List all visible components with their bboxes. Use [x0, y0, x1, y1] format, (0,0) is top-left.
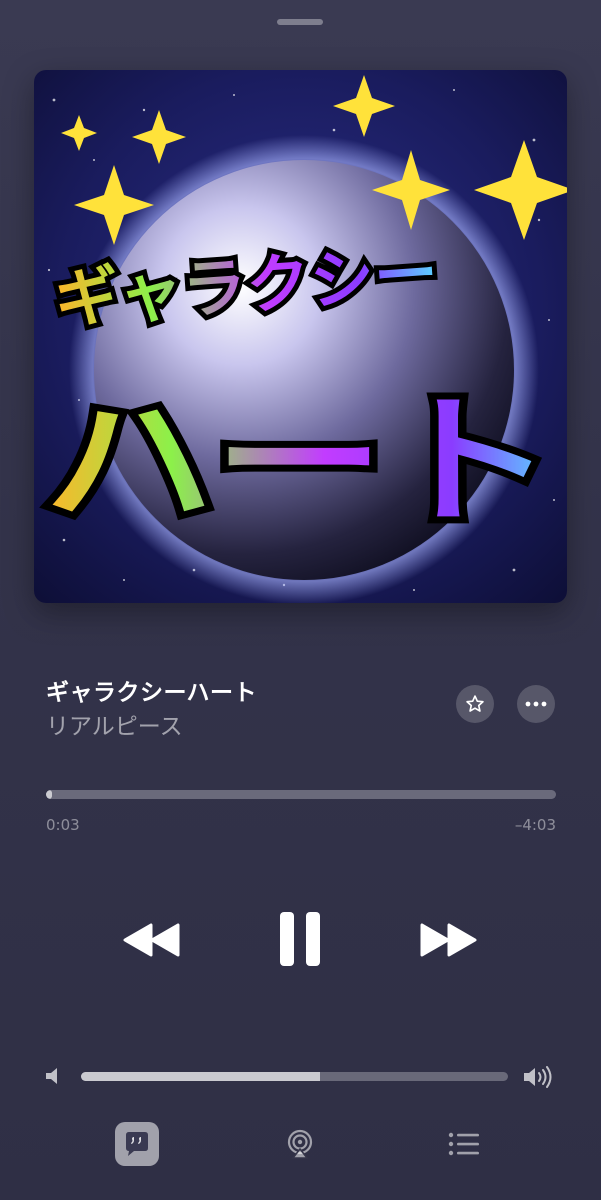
- more-options-button[interactable]: [517, 685, 555, 723]
- airplay-button[interactable]: [276, 1120, 324, 1168]
- playback-progress-fill: [46, 790, 53, 799]
- pause-icon: [280, 912, 320, 966]
- volume-slider[interactable]: [81, 1072, 508, 1081]
- lyrics-icon: [115, 1122, 159, 1166]
- volume-level-fill: [81, 1072, 321, 1081]
- volume-high-icon: [522, 1064, 554, 1094]
- fast-forward-icon: [420, 923, 477, 957]
- airplay-icon: [287, 1129, 313, 1159]
- queue-button[interactable]: [440, 1120, 488, 1168]
- remaining-time: –4:03: [514, 816, 556, 834]
- playback-scrubber[interactable]: [46, 790, 556, 799]
- rewind-button[interactable]: [118, 918, 184, 962]
- album-artwork: ギャラクシー ハート: [34, 70, 567, 603]
- volume-low-icon: [44, 1066, 62, 1090]
- sheet-grabber[interactable]: [277, 19, 323, 25]
- elapsed-time: 0:03: [46, 816, 80, 834]
- artist-name[interactable]: リアルピース: [46, 707, 183, 741]
- queue-icon: [448, 1132, 479, 1156]
- ellipsis-icon: [525, 701, 547, 707]
- album-art-title-line2: ハート: [44, 381, 554, 544]
- rewind-icon: [123, 923, 180, 957]
- favorite-button[interactable]: [456, 685, 494, 723]
- song-title: ギャラクシーハート: [46, 680, 258, 706]
- lyrics-button[interactable]: [113, 1120, 161, 1168]
- fast-forward-button[interactable]: [416, 918, 482, 962]
- pause-button[interactable]: [272, 906, 328, 972]
- star-icon: [466, 695, 484, 712]
